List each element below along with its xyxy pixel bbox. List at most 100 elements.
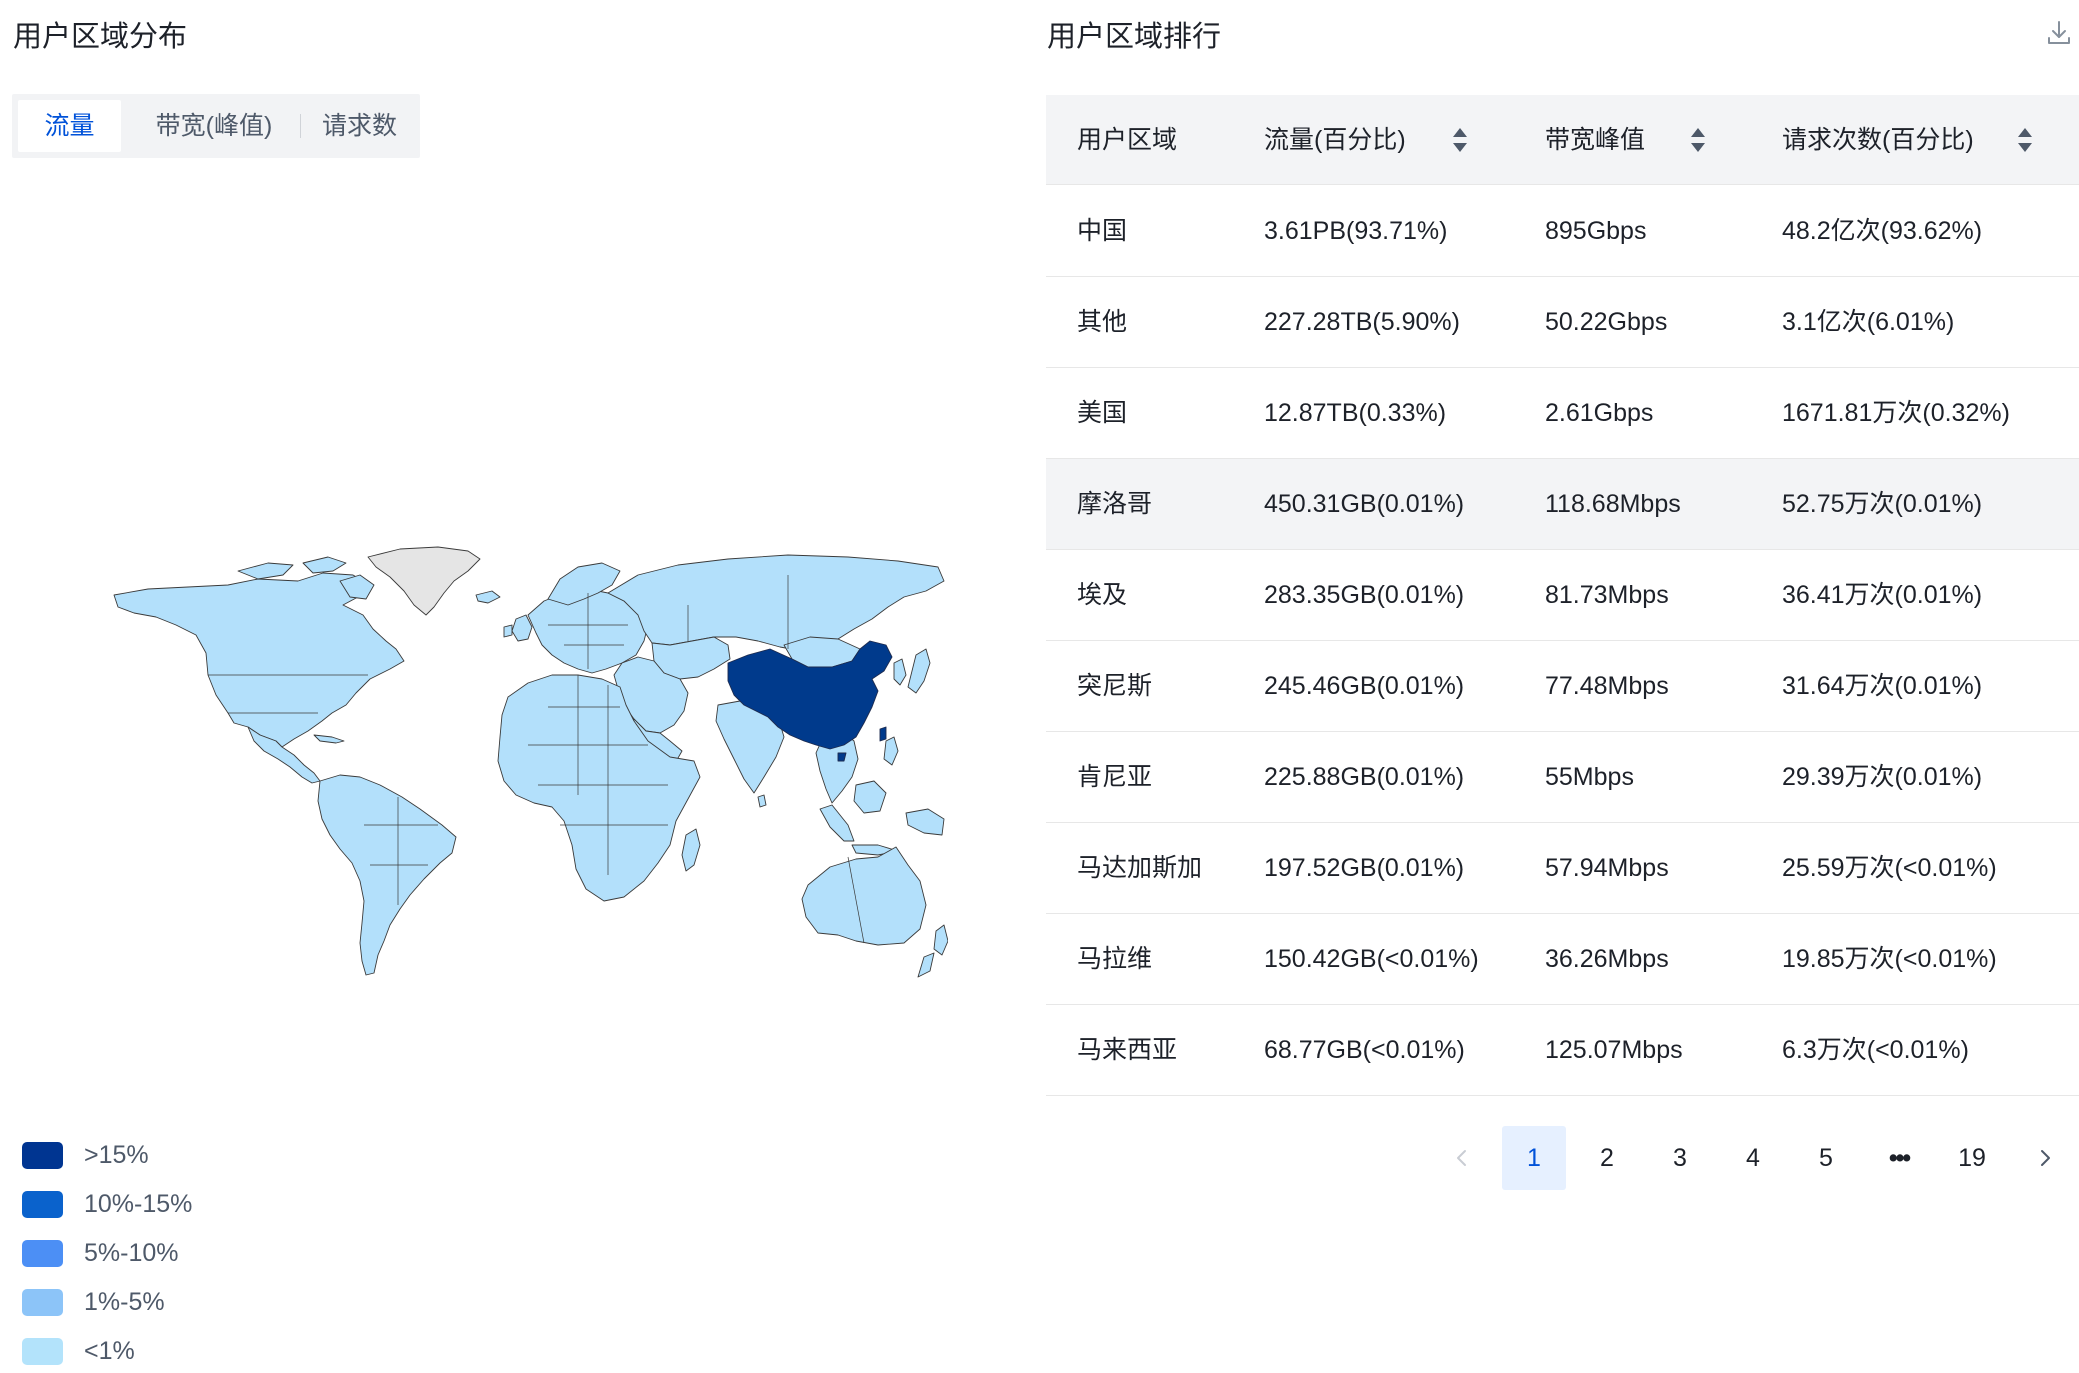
sort-icon[interactable]	[2016, 125, 2034, 155]
map-region-greenland[interactable]	[367, 546, 481, 616]
cell-requests: 25.59万次(<0.01%)	[1782, 854, 1997, 882]
cell-traffic: 150.42GB(<0.01%)	[1264, 945, 1479, 973]
map-region-madagascar[interactable]	[681, 828, 701, 872]
table-row[interactable]: 突尼斯 245.46GB(0.01%) 77.48Mbps 31.64万次(0.…	[1046, 641, 2079, 732]
cell-traffic: 12.87TB(0.33%)	[1264, 399, 1447, 427]
page-button-3[interactable]: 3	[1648, 1126, 1712, 1190]
column-header-region: 用户区域	[1077, 126, 1178, 154]
page-button-1[interactable]: 1	[1502, 1126, 1566, 1190]
cell-bandwidth: 2.61Gbps	[1545, 399, 1654, 427]
map-region-korea[interactable]	[893, 658, 907, 686]
map-region-japan[interactable]	[907, 648, 931, 694]
cell-region: 摩洛哥	[1077, 490, 1153, 518]
table-row[interactable]: 马来西亚 68.77GB(<0.01%) 125.07Mbps 6.3万次(<0…	[1046, 1005, 2079, 1096]
cell-region: 肯尼亚	[1077, 763, 1153, 791]
prev-page-icon[interactable]	[1450, 1146, 1474, 1170]
map-region-new-zealand-south[interactable]	[917, 952, 935, 978]
table-row[interactable]: 肯尼亚 225.88GB(0.01%) 55Mbps 29.39万次(0.01%…	[1046, 732, 2079, 823]
legend-swatch	[22, 1191, 63, 1218]
map-region-caribbean[interactable]	[313, 734, 345, 744]
cell-traffic: 283.35GB(0.01%)	[1264, 581, 1465, 609]
cell-requests: 1671.81万次(0.32%)	[1782, 399, 2010, 427]
map-region-indonesia-sumatra[interactable]	[819, 804, 855, 842]
legend-label: >15%	[84, 1141, 149, 1169]
legend-label: 10%-15%	[84, 1190, 193, 1218]
cell-requests: 3.1亿次(6.01%)	[1782, 308, 1955, 336]
legend-item-gt15: >15%	[22, 1140, 282, 1170]
map-region-canada-islands[interactable]	[237, 562, 294, 580]
map-region-ireland[interactable]	[503, 624, 513, 638]
map-region-philippines[interactable]	[883, 736, 899, 766]
cell-traffic: 227.28TB(5.90%)	[1264, 308, 1460, 336]
map-region-south-america[interactable]	[317, 774, 457, 976]
metric-tabs: 流量 带宽(峰值) 请求数	[12, 94, 420, 158]
sort-icon[interactable]	[1689, 125, 1707, 155]
cell-requests: 29.39万次(0.01%)	[1782, 763, 1983, 791]
map-region-taiwan[interactable]	[879, 726, 887, 742]
cell-traffic: 3.61PB(93.71%)	[1264, 217, 1448, 245]
page-button-2[interactable]: 2	[1575, 1126, 1639, 1190]
page-button-19[interactable]: 19	[1940, 1126, 2004, 1190]
cell-region: 马达加斯加	[1077, 854, 1203, 882]
cell-requests: 48.2亿次(93.62%)	[1782, 217, 1983, 245]
legend-item-10-15: 10%-15%	[22, 1189, 282, 1219]
legend-item-lt1: <1%	[22, 1336, 282, 1366]
table-row[interactable]: 其他 227.28TB(5.90%) 50.22Gbps 3.1亿次(6.01%…	[1046, 277, 2079, 368]
map-region-new-zealand[interactable]	[933, 924, 948, 956]
next-page-icon[interactable]	[2033, 1146, 2057, 1170]
cell-bandwidth: 118.68Mbps	[1545, 490, 1681, 518]
map-region-canada-islands-2[interactable]	[302, 556, 347, 574]
map-region-uk[interactable]	[511, 614, 533, 642]
cell-region: 中国	[1077, 217, 1128, 245]
table-row[interactable]: 美国 12.87TB(0.33%) 2.61Gbps 1671.81万次(0.3…	[1046, 368, 2079, 459]
map-region-iceland[interactable]	[475, 590, 501, 604]
cell-region: 其他	[1077, 308, 1128, 336]
table-row[interactable]: 中国 3.61PB(93.71%) 895Gbps 48.2亿次(93.62%)	[1046, 186, 2079, 277]
map-region-sri-lanka[interactable]	[757, 794, 767, 808]
column-header-bandwidth[interactable]: 带宽峰值	[1545, 95, 1645, 185]
world-map[interactable]	[108, 545, 948, 985]
map-region-new-guinea[interactable]	[905, 808, 945, 836]
cell-region: 马拉维	[1077, 945, 1153, 973]
cell-traffic: 225.88GB(0.01%)	[1264, 763, 1465, 791]
download-icon[interactable]	[2044, 18, 2074, 48]
legend-label: 1%-5%	[84, 1288, 165, 1316]
cell-traffic: 450.31GB(0.01%)	[1264, 490, 1465, 518]
cell-requests: 31.64万次(0.01%)	[1782, 672, 1983, 700]
cell-traffic: 197.52GB(0.01%)	[1264, 854, 1465, 882]
cell-traffic: 68.77GB(<0.01%)	[1264, 1036, 1465, 1064]
sort-icon[interactable]	[1451, 125, 1469, 155]
column-header-requests[interactable]: 请求次数(百分比)	[1782, 95, 1974, 185]
legend-swatch	[22, 1338, 63, 1365]
column-header-traffic[interactable]: 流量(百分比)	[1264, 95, 1406, 185]
page-button-5[interactable]: 5	[1794, 1126, 1858, 1190]
map-region-indonesia-borneo[interactable]	[853, 780, 887, 814]
map-region-russia[interactable]	[607, 554, 945, 652]
cell-bandwidth: 77.48Mbps	[1545, 672, 1669, 700]
table-row[interactable]: 埃及 283.35GB(0.01%) 81.73Mbps 36.41万次(0.0…	[1046, 550, 2079, 641]
table-row[interactable]: 马达加斯加 197.52GB(0.01%) 57.94Mbps 25.59万次(…	[1046, 823, 2079, 914]
cell-requests: 19.85万次(<0.01%)	[1782, 945, 1997, 973]
map-region-north-america[interactable]	[113, 572, 405, 748]
cell-region: 埃及	[1077, 581, 1128, 609]
cell-region: 突尼斯	[1077, 672, 1153, 700]
legend-swatch	[22, 1142, 63, 1169]
tab-requests[interactable]: 请求数	[301, 100, 418, 152]
cell-bandwidth: 125.07Mbps	[1545, 1036, 1683, 1064]
page-ellipsis[interactable]: •••	[1867, 1126, 1931, 1190]
table-row[interactable]: 马拉维 150.42GB(<0.01%) 36.26Mbps 19.85万次(<…	[1046, 914, 2079, 1005]
tab-bandwidth-peak[interactable]: 带宽(峰值)	[129, 100, 299, 152]
table-row[interactable]: 摩洛哥 450.31GB(0.01%) 118.68Mbps 52.75万次(0…	[1046, 459, 2079, 550]
legend-label: <1%	[84, 1337, 135, 1365]
cell-bandwidth: 55Mbps	[1545, 763, 1634, 791]
tab-traffic[interactable]: 流量	[18, 100, 121, 152]
cell-bandwidth: 36.26Mbps	[1545, 945, 1669, 973]
cell-traffic: 245.46GB(0.01%)	[1264, 672, 1465, 700]
cell-requests: 6.3万次(<0.01%)	[1782, 1036, 1969, 1064]
cell-region: 美国	[1077, 399, 1128, 427]
legend-item-5-10: 5%-10%	[22, 1238, 282, 1268]
cell-region: 马来西亚	[1077, 1036, 1178, 1064]
map-section-title: 用户区域分布	[13, 21, 188, 53]
map-region-australia[interactable]	[801, 846, 927, 946]
page-button-4[interactable]: 4	[1721, 1126, 1785, 1190]
